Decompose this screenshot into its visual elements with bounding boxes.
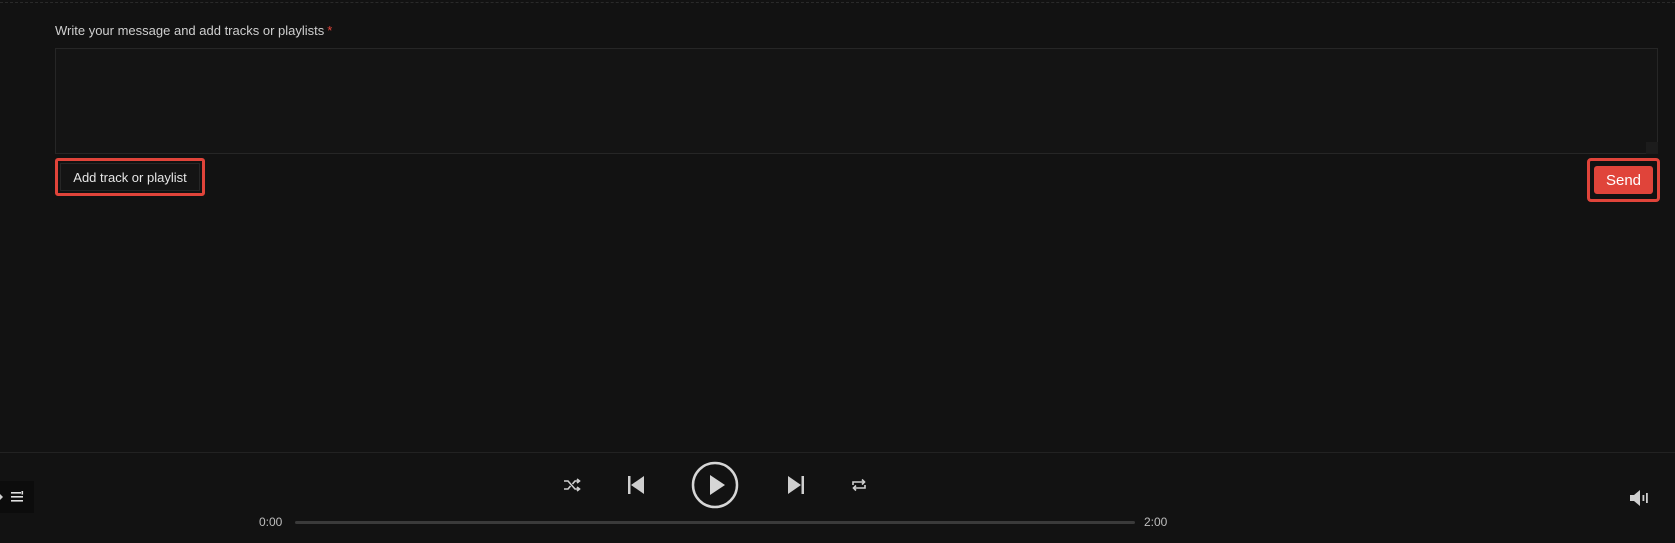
progress-bar[interactable] (295, 521, 1135, 524)
send-button[interactable]: Send (1593, 166, 1654, 194)
queue-toggle-button[interactable] (0, 481, 34, 513)
play-icon (691, 461, 739, 509)
previous-button[interactable] (625, 473, 647, 497)
shuffle-icon (564, 478, 581, 492)
skip-next-icon (788, 476, 804, 494)
required-asterisk: * (327, 23, 333, 38)
send-highlight: Send (1587, 158, 1660, 202)
current-time: 0:00 (259, 515, 283, 529)
play-button[interactable] (690, 460, 740, 510)
textarea-resize-handle[interactable] (1646, 142, 1658, 154)
next-button[interactable] (785, 473, 807, 497)
duration-time: 2:00 (1144, 515, 1168, 529)
shuffle-button[interactable] (562, 475, 582, 495)
player-bar: 0:00 2:00 (0, 452, 1675, 543)
top-divider (0, 2, 1675, 3)
message-label-text: Write your message and add tracks or pla… (55, 23, 325, 38)
expand-arrow-icon (0, 494, 3, 500)
add-track-or-playlist-button[interactable]: Add track or playlist (60, 163, 200, 191)
repeat-icon (852, 478, 866, 492)
page: Write your message and add tracks or pla… (0, 0, 1675, 543)
repeat-button[interactable] (849, 475, 869, 495)
volume-button[interactable] (1628, 487, 1652, 509)
add-track-highlight: Add track or playlist (55, 158, 205, 196)
queue-list-icon (11, 491, 24, 502)
skip-previous-icon (628, 476, 644, 494)
message-textarea[interactable] (55, 48, 1658, 154)
volume-icon (1630, 490, 1648, 506)
compose-form: Write your message and add tracks or pla… (55, 22, 1660, 202)
message-field-label: Write your message and add tracks or pla… (55, 22, 1660, 40)
